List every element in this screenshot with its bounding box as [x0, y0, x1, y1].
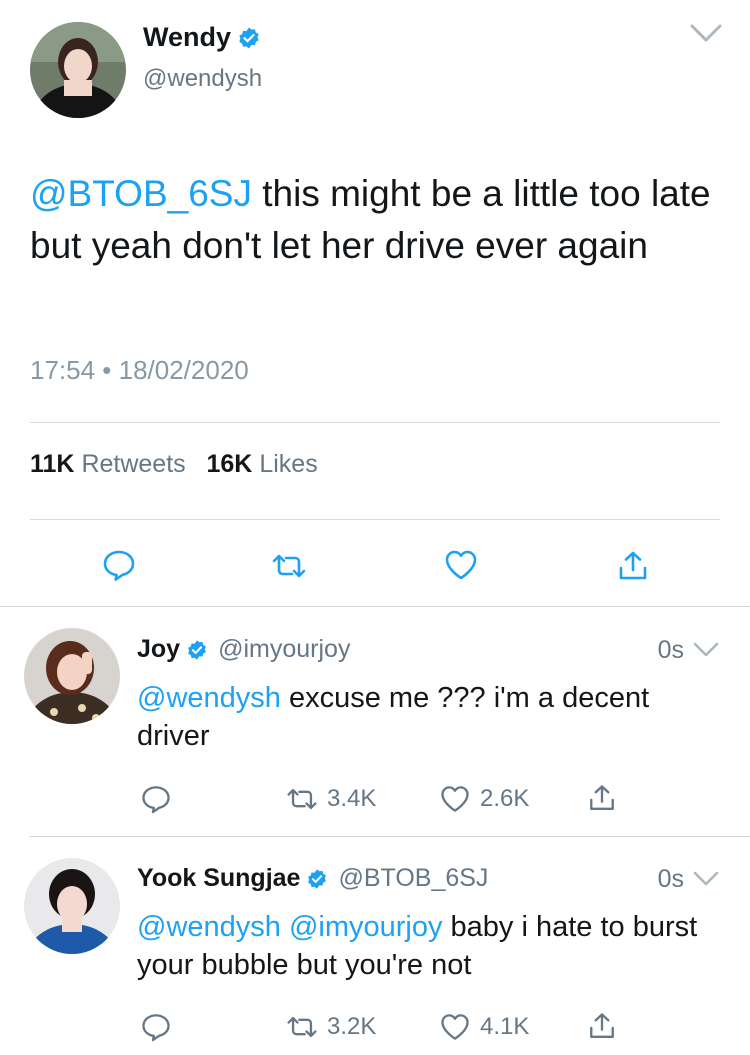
retweet-icon	[287, 1016, 317, 1038]
reply-icon	[142, 786, 170, 814]
reply-text: @wendysh excuse me ??? i'm a decent driv…	[137, 679, 727, 755]
divider	[30, 519, 720, 520]
reply-icon	[142, 1014, 170, 1042]
like-icon	[441, 786, 469, 812]
chevron-down-icon[interactable]	[688, 20, 724, 46]
retweets-label: Retweets	[81, 450, 186, 478]
reply-timestamp: 0s	[657, 865, 684, 893]
reply-author-name[interactable]: Yook Sungjae	[137, 864, 300, 893]
author-name-text[interactable]: Wendy	[143, 22, 231, 53]
reply-header: Joy @imyourjoy	[137, 635, 350, 664]
like-button[interactable]: 4.1K	[438, 1010, 529, 1044]
tweet-timestamp: 17:54 • 18/02/2020	[30, 355, 249, 385]
retweets-count: 11K	[30, 450, 75, 478]
likes-stat[interactable]: 16K Likes	[207, 450, 318, 478]
reply-header: Yook Sungjae @BTOB_6SJ	[137, 864, 488, 893]
tweet-stats: 11K Retweets 16K Likes	[30, 450, 318, 479]
chevron-down-icon[interactable]	[692, 640, 720, 660]
author-name[interactable]: Wendy	[143, 22, 261, 53]
likes-count: 16K	[206, 450, 253, 478]
section-divider	[0, 606, 750, 607]
tweet-text: @BTOB_6SJ this might be a little too lat…	[30, 168, 730, 272]
reply-timestamp: 0s	[657, 636, 684, 664]
reply-author-handle[interactable]: @BTOB_6SJ	[338, 864, 488, 893]
verified-badge-icon	[308, 868, 327, 889]
share-button[interactable]	[585, 782, 627, 816]
like-icon	[441, 1014, 469, 1040]
divider	[30, 422, 720, 423]
verified-badge-icon	[239, 27, 259, 48]
verified-badge-icon	[188, 639, 206, 660]
retweet-button[interactable]: 3.4K	[285, 782, 376, 816]
avatar[interactable]	[30, 22, 126, 118]
share-button[interactable]	[585, 1010, 627, 1044]
likes-label: Likes	[259, 450, 318, 478]
share-icon	[590, 1013, 614, 1039]
reply-button[interactable]	[139, 1010, 181, 1044]
reply-divider	[30, 836, 750, 837]
chevron-down-icon[interactable]	[692, 869, 720, 889]
reply-button[interactable]	[139, 782, 181, 816]
reply-text: @wendysh @imyourjoy baby i hate to burst…	[137, 908, 727, 984]
reply-mention-links[interactable]: @wendysh @imyourjoy	[137, 911, 442, 943]
share-icon	[590, 785, 614, 811]
retweets-stat[interactable]: 11K Retweets	[30, 450, 186, 478]
like-count: 2.6K	[480, 785, 530, 812]
retweet-count: 3.4K	[327, 785, 377, 812]
reply-author-name[interactable]: Joy	[137, 635, 180, 664]
reply-icon[interactable]	[100, 546, 138, 584]
retweet-icon[interactable]	[270, 547, 308, 585]
reply-author-handle[interactable]: @imyourjoy	[218, 635, 350, 664]
retweet-icon	[287, 788, 317, 810]
author-handle[interactable]: @wendysh	[143, 65, 262, 93]
tweet-mention-link[interactable]: @BTOB_6SJ	[30, 173, 252, 214]
like-icon[interactable]	[442, 546, 480, 584]
retweet-button[interactable]: 3.2K	[285, 1010, 376, 1044]
avatar[interactable]	[24, 858, 120, 954]
share-icon[interactable]	[614, 548, 652, 586]
avatar[interactable]	[24, 628, 120, 724]
like-count: 4.1K	[480, 1013, 530, 1040]
like-button[interactable]: 2.6K	[438, 782, 529, 816]
reply-mention-link[interactable]: @wendysh	[137, 682, 281, 714]
retweet-count: 3.2K	[327, 1013, 377, 1040]
